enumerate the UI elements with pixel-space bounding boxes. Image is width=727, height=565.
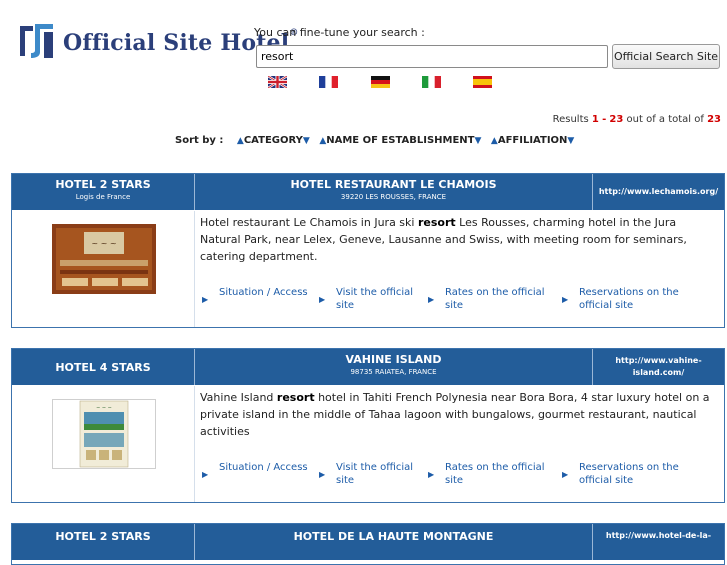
hotel-category: HOTEL 4 STARS bbox=[12, 349, 195, 385]
sort-bar: Sort by : ▲CATEGORY▼ ▲NAME OF ESTABLISHM… bbox=[175, 135, 580, 146]
hotel-name[interactable]: HOTEL RESTAURANT LE CHAMOIS 39220 LES RO… bbox=[195, 174, 593, 210]
hotel-url-link[interactable]: http://www.vahine-island.com/ bbox=[593, 349, 724, 385]
hotel-card-header: HOTEL 2 STARS Logis de France HOTEL REST… bbox=[12, 174, 724, 210]
hotel-description: Hotel restaurant Le Chamois in Jura ski … bbox=[200, 216, 687, 263]
flag-spain-icon[interactable] bbox=[473, 76, 492, 88]
hotel-affiliation: Logis de France bbox=[75, 193, 131, 201]
hotel-thumbnail-image[interactable]: ~ ~ ~ bbox=[52, 224, 156, 294]
arrow-right-icon: ▶ bbox=[202, 295, 209, 304]
hotel-url-link[interactable]: http://www.lechamois.org/ bbox=[593, 174, 724, 210]
hotel-description: Vahine Island resort hotel in Tahiti Fre… bbox=[200, 391, 710, 438]
hotel-card: HOTEL 4 STARS VAHINE ISLAND 98735 RAIATE… bbox=[11, 348, 725, 503]
site-logo[interactable]: Official Site Hotel® bbox=[17, 18, 298, 66]
sort-category[interactable]: CATEGORY bbox=[244, 135, 303, 146]
hotel-card-header: HOTEL 2 STARS HOTEL DE LA HAUTE MONTAGNE… bbox=[12, 524, 724, 560]
hotel-location: 39220 LES ROUSSES, FRANCE bbox=[340, 193, 447, 201]
sort-name[interactable]: NAME OF ESTABLISHMENT bbox=[326, 135, 474, 146]
logo-mark-icon bbox=[17, 22, 57, 58]
hotel-url-link[interactable]: http://www.hotel-de-la- bbox=[593, 524, 724, 560]
arrow-right-icon: ▶ bbox=[319, 295, 326, 304]
hotel-links: ▶ Situation / Access ▶ Visit the official … bbox=[202, 462, 679, 486]
flag-italy-icon[interactable] bbox=[422, 76, 441, 88]
flag-germany-icon[interactable] bbox=[371, 76, 390, 88]
hotel-links: ▶ Situation / Access ▶ Visit the official … bbox=[202, 287, 679, 311]
hotel-category: HOTEL 2 STARS bbox=[12, 524, 195, 560]
arrow-right-icon: ▶ bbox=[428, 470, 435, 479]
hotel-thumbnail-column: ~ ~ ~ bbox=[12, 211, 195, 327]
arrow-right-icon: ▶ bbox=[562, 295, 569, 304]
hotel-card-header: HOTEL 4 STARS VAHINE ISLAND 98735 RAIATE… bbox=[12, 349, 724, 385]
arrow-right-icon: ▶ bbox=[202, 470, 209, 479]
official-search-button[interactable]: Official Search Site bbox=[612, 44, 720, 69]
arrow-right-icon: ▶ bbox=[562, 470, 569, 479]
sort-label: Sort by : bbox=[175, 135, 224, 146]
svg-text:~ ~ ~: ~ ~ ~ bbox=[96, 405, 112, 411]
fine-tune-label: You can fine-tune your search : bbox=[254, 26, 425, 39]
arrow-right-icon: ▶ bbox=[428, 295, 435, 304]
hotel-location: 98735 RAIATEA, FRANCE bbox=[350, 368, 437, 376]
hotel-name[interactable]: VAHINE ISLAND 98735 RAIATEA, FRANCE bbox=[195, 349, 593, 385]
sort-desc-icon[interactable]: ▼ bbox=[303, 136, 310, 146]
svg-text:~ ~ ~: ~ ~ ~ bbox=[91, 239, 116, 248]
hotel-name[interactable]: HOTEL DE LA HAUTE MONTAGNE bbox=[195, 524, 593, 560]
sort-affiliation[interactable]: AFFILIATION bbox=[498, 135, 568, 146]
hotel-thumbnail-image[interactable]: ~ ~ ~ bbox=[52, 399, 156, 469]
results-count: Results 1 - 23 out of a total of 23 bbox=[552, 114, 721, 125]
hotel-category: HOTEL 2 STARS Logis de France bbox=[12, 174, 195, 210]
arrow-right-icon: ▶ bbox=[319, 470, 326, 479]
flag-uk-icon[interactable] bbox=[268, 76, 287, 88]
hotel-thumbnail-column: ~ ~ ~ bbox=[12, 386, 195, 502]
hotel-card: HOTEL 2 STARS HOTEL DE LA HAUTE MONTAGNE… bbox=[11, 523, 725, 565]
sort-asc-icon[interactable]: ▲ bbox=[491, 136, 498, 146]
sort-desc-icon[interactable]: ▼ bbox=[475, 136, 482, 146]
hotel-card: HOTEL 2 STARS Logis de France HOTEL REST… bbox=[11, 173, 725, 328]
search-input[interactable] bbox=[256, 45, 608, 68]
sort-desc-icon[interactable]: ▼ bbox=[567, 136, 574, 146]
sort-asc-icon[interactable]: ▲ bbox=[237, 136, 244, 146]
flag-france-icon[interactable] bbox=[319, 76, 338, 88]
